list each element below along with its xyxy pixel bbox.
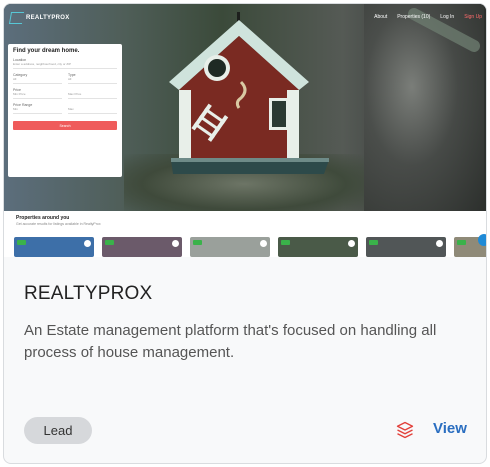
preview-search-button: Search — [13, 121, 117, 130]
preview-nav-properties: Properties (10) — [397, 14, 431, 20]
listing-tag — [193, 240, 202, 245]
project-title: REALTYPROX — [24, 283, 153, 304]
property-thumbnail — [14, 237, 94, 257]
listing-tag — [105, 240, 114, 245]
max-price-select: Max Price — [68, 92, 117, 99]
price-to-input: Max — [68, 107, 117, 114]
search-title: Find your dream home. — [13, 48, 80, 54]
favorite-icon — [348, 240, 355, 247]
listing-tag — [457, 240, 466, 245]
favorite-icon — [84, 240, 91, 247]
property-thumbnail — [190, 237, 270, 257]
preview-logo-text: REALTYPROX — [26, 15, 70, 21]
preview-nav-about: About — [374, 14, 388, 20]
preview-nav: About Properties (10) Log In Sign Up — [374, 14, 482, 20]
role-badge: Lead — [24, 417, 92, 444]
properties-strip: Properties around you Get accurate resul… — [4, 211, 486, 257]
layers-icon[interactable] — [396, 420, 414, 440]
listing-tag — [281, 240, 290, 245]
view-link[interactable]: View — [433, 420, 467, 437]
properties-title: Properties around you — [16, 215, 70, 221]
preview-nav-login: Log In — [440, 14, 455, 20]
category-select: All — [13, 77, 62, 84]
favorite-icon — [436, 240, 443, 247]
property-thumbnail — [102, 237, 182, 257]
property-thumbnail — [366, 237, 446, 257]
logo-icon — [8, 12, 25, 24]
hero-image: REALTYPROX About Properties (10) Log In … — [4, 4, 486, 211]
birdhouse-illustration — [169, 12, 329, 174]
favorite-icon — [172, 240, 179, 247]
project-description: An Estate management platform that's foc… — [24, 322, 437, 361]
price-from-input: Min — [13, 107, 62, 114]
chat-bubble-icon — [478, 234, 486, 246]
listing-tag — [369, 240, 378, 245]
property-thumbnail — [278, 237, 358, 257]
property-thumbnails — [14, 237, 486, 257]
project-card: REALTYPROX About Properties (10) Log In … — [3, 3, 487, 464]
properties-subtitle: Get accurate results for listings availa… — [16, 222, 101, 226]
project-screenshot: REALTYPROX About Properties (10) Log In … — [4, 4, 486, 257]
favorite-icon — [260, 240, 267, 247]
min-price-select: Min Price — [13, 92, 62, 99]
type-select: All — [68, 77, 117, 84]
preview-search-panel: Find your dream home. Location Enter a a… — [8, 44, 122, 177]
preview-nav-signup: Sign Up — [464, 14, 482, 20]
listing-tag — [17, 240, 26, 245]
preview-logo: REALTYPROX — [8, 12, 70, 24]
location-input: Enter a address, neighbourhood, city or … — [13, 62, 117, 69]
